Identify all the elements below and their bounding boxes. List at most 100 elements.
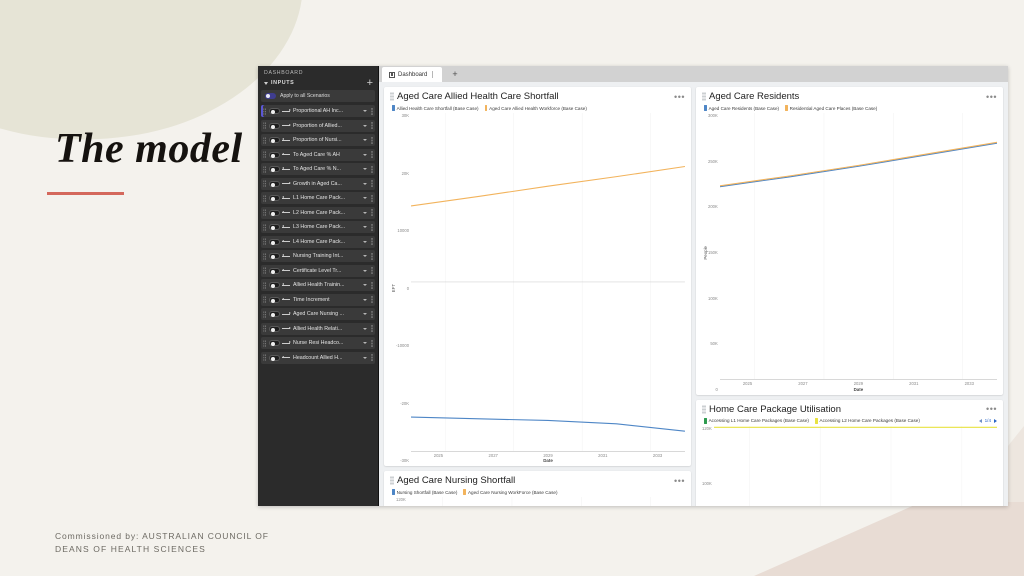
input-row[interactable]: Nursing Training Int... <box>261 250 375 262</box>
input-toggle[interactable] <box>269 209 280 216</box>
legend-item[interactable]: Allied Health Care Shortfall (Base Case) <box>392 105 479 111</box>
input-toggle[interactable] <box>269 325 280 332</box>
chevron-down-icon[interactable] <box>363 327 367 330</box>
chevron-down-icon[interactable] <box>363 255 367 257</box>
legend-item[interactable]: Aged Care Residents (Base Case) <box>704 105 779 111</box>
input-row[interactable]: Certificate Level Tr... <box>261 264 375 277</box>
input-row[interactable]: L1 Home Care Pack... <box>261 192 375 204</box>
chart-options-icon[interactable]: ••• <box>986 92 997 101</box>
input-row[interactable]: Aged Care Nursing ... <box>261 308 375 320</box>
row-menu-icon[interactable] <box>370 209 373 216</box>
chevron-down-icon[interactable] <box>363 342 367 344</box>
drag-handle-icon[interactable] <box>702 404 706 414</box>
chevron-down-icon[interactable] <box>363 124 367 127</box>
add-input-button[interactable]: + <box>367 78 373 89</box>
legend-next-icon[interactable] <box>994 418 997 423</box>
drag-handle-icon[interactable] <box>263 122 266 129</box>
row-menu-icon[interactable] <box>370 296 373 303</box>
chevron-down-icon[interactable] <box>363 197 367 199</box>
input-toggle[interactable] <box>269 354 280 361</box>
row-menu-icon[interactable] <box>370 281 373 289</box>
drag-handle-icon[interactable] <box>263 151 266 158</box>
input-toggle[interactable] <box>269 311 280 317</box>
row-menu-icon[interactable] <box>370 194 373 202</box>
row-menu-icon[interactable] <box>370 238 373 245</box>
row-menu-icon[interactable] <box>370 267 373 274</box>
input-row[interactable]: Growth in Aged Ca... <box>261 177 375 190</box>
legend-item[interactable]: Aged Care Allied Health Workforce (Base … <box>484 105 587 111</box>
drag-handle-icon[interactable] <box>263 209 266 216</box>
legend-pager[interactable]: 1/4 <box>978 418 997 423</box>
row-menu-icon[interactable] <box>370 136 373 144</box>
input-row[interactable]: Nurse Resi Headco... <box>261 337 375 349</box>
chevron-down-icon[interactable] <box>363 139 367 141</box>
input-row[interactable]: Allied Health Relati... <box>261 322 375 335</box>
input-row[interactable]: To Aged Care % AH <box>261 148 375 161</box>
chevron-down-icon[interactable] <box>363 226 367 228</box>
chevron-down-icon[interactable] <box>363 168 367 170</box>
drag-handle-icon[interactable] <box>263 281 266 289</box>
drag-handle-icon[interactable] <box>263 267 266 274</box>
inputs-section-header[interactable]: INPUTS + <box>258 78 378 90</box>
chevron-down-icon[interactable] <box>363 110 367 112</box>
drag-handle-icon[interactable] <box>263 252 266 260</box>
input-row[interactable]: Proportion of Allied... <box>261 119 375 132</box>
chevron-down-icon[interactable] <box>363 269 367 272</box>
input-toggle[interactable] <box>269 267 280 274</box>
input-row[interactable]: L4 Home Care Pack... <box>261 235 375 248</box>
drag-handle-icon[interactable] <box>390 92 394 101</box>
drag-handle-icon[interactable] <box>263 136 266 144</box>
row-menu-icon[interactable] <box>370 354 373 361</box>
drag-handle-icon[interactable] <box>263 194 266 202</box>
apply-to-all-scenarios-row[interactable]: Apply to all Scenarios <box>261 90 375 102</box>
drag-handle-icon[interactable] <box>263 339 266 347</box>
row-menu-icon[interactable] <box>370 252 373 260</box>
drag-handle-icon[interactable] <box>263 238 266 245</box>
row-menu-icon[interactable] <box>370 151 373 158</box>
plot-canvas[interactable] <box>408 497 685 506</box>
tab-dashboard[interactable]: Dashboard <box>382 67 443 82</box>
row-menu-icon[interactable] <box>370 122 373 129</box>
legend-item[interactable]: Aged Care Nursing WorkForce (Base Case) <box>463 489 557 496</box>
chart-options-icon[interactable]: ••• <box>986 405 997 414</box>
row-menu-icon[interactable] <box>370 107 373 115</box>
legend-item[interactable]: Accessing L2 Home Care Packages (Base Ca… <box>814 417 920 424</box>
input-row[interactable]: To Aged Care % N... <box>261 163 375 175</box>
row-menu-icon[interactable] <box>370 223 373 231</box>
input-toggle[interactable] <box>269 151 280 158</box>
drag-handle-icon[interactable] <box>390 476 394 486</box>
row-menu-icon[interactable] <box>370 180 373 187</box>
input-row[interactable]: L3 Home Care Pack... <box>261 221 375 233</box>
legend-item[interactable]: Nursing Shortfall (Base Case) <box>392 489 457 496</box>
input-toggle[interactable] <box>269 180 280 187</box>
input-row[interactable]: Time Increment <box>261 293 375 306</box>
drag-handle-icon[interactable] <box>263 296 266 303</box>
input-row[interactable]: Proportion of Nursi... <box>261 134 375 146</box>
chevron-down-icon[interactable] <box>363 356 367 359</box>
chevron-down-icon[interactable] <box>363 298 367 301</box>
drag-handle-icon[interactable] <box>263 325 266 332</box>
chevron-down-icon[interactable] <box>363 182 367 185</box>
plot-canvas[interactable] <box>719 113 997 381</box>
apply-to-all-scenarios-toggle[interactable] <box>265 93 276 99</box>
input-row[interactable]: Headcount Allied H... <box>261 351 375 364</box>
input-toggle[interactable] <box>269 253 280 259</box>
chevron-down-icon[interactable] <box>363 284 367 286</box>
plot-canvas[interactable] <box>714 426 997 506</box>
chevron-down-icon[interactable] <box>363 211 367 214</box>
legend-prev-icon[interactable] <box>978 418 982 423</box>
drag-handle-icon[interactable] <box>263 354 266 361</box>
legend-item[interactable]: Accessing L1 Home Care Packages (Base Ca… <box>704 417 809 424</box>
input-toggle[interactable] <box>269 238 280 245</box>
chevron-down-icon[interactable] <box>363 153 367 156</box>
input-toggle[interactable] <box>269 122 280 129</box>
row-menu-icon[interactable] <box>370 325 373 332</box>
input-row[interactable]: L2 Home Care Pack... <box>261 206 375 219</box>
input-toggle[interactable] <box>269 282 280 288</box>
drag-handle-icon[interactable] <box>263 310 266 318</box>
plot-canvas[interactable] <box>411 113 685 452</box>
input-toggle[interactable] <box>269 195 280 201</box>
legend-item[interactable]: Residential Aged Care Places (Base Case) <box>785 105 877 111</box>
add-tab-button[interactable]: + <box>442 69 467 80</box>
chevron-down-icon[interactable] <box>363 313 367 315</box>
